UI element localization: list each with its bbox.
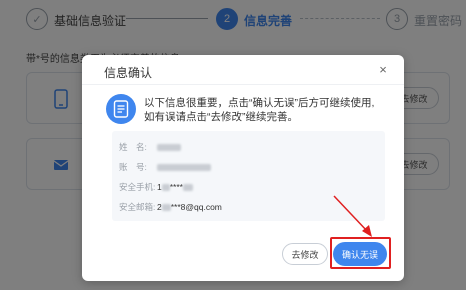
phone-value: 1 **** — [157, 180, 193, 194]
dialog-header: 信息确认 × — [82, 55, 404, 85]
dialog-title: 信息确认 — [104, 66, 153, 80]
phone-row: 安全手机: 1 **** — [112, 180, 385, 194]
dialog-message-line-1: 以下信息很重要，点击“确认无误”后方可继续使用, — [144, 97, 375, 109]
confirm-highlight-box — [330, 237, 391, 269]
dialog-message: 以下信息很重要，点击“确认无误”后方可继续使用, 如有误请点击“去修改”继续完善… — [144, 96, 394, 124]
account-label: 账 号: — [119, 162, 147, 172]
info-summary: 姓 名: 账 号: 安全手机: 1 **** 安全邮箱: 2 ***8@qq.com — [112, 131, 385, 221]
phone-label: 安全手机: — [119, 182, 156, 192]
dialog-message-line-2: 如有误请点击“去修改”继续完善。 — [144, 111, 298, 123]
email-label: 安全邮箱: — [119, 202, 156, 212]
account-row: 账 号: — [112, 160, 385, 174]
confirm-info-dialog: 信息确认 × 以下信息很重要，点击“确认无误”后方可继续使用, 如有误请点击“去… — [82, 55, 404, 281]
name-value — [157, 140, 181, 154]
email-row: 安全邮箱: 2 ***8@qq.com — [112, 200, 385, 214]
email-value: 2 ***8@qq.com — [157, 202, 222, 212]
modify-button[interactable]: 去修改 — [282, 243, 328, 265]
document-icon — [106, 94, 136, 124]
account-value — [157, 160, 211, 174]
name-label: 姓 名: — [119, 142, 147, 152]
close-icon[interactable]: × — [376, 63, 390, 77]
name-row: 姓 名: — [112, 140, 385, 154]
